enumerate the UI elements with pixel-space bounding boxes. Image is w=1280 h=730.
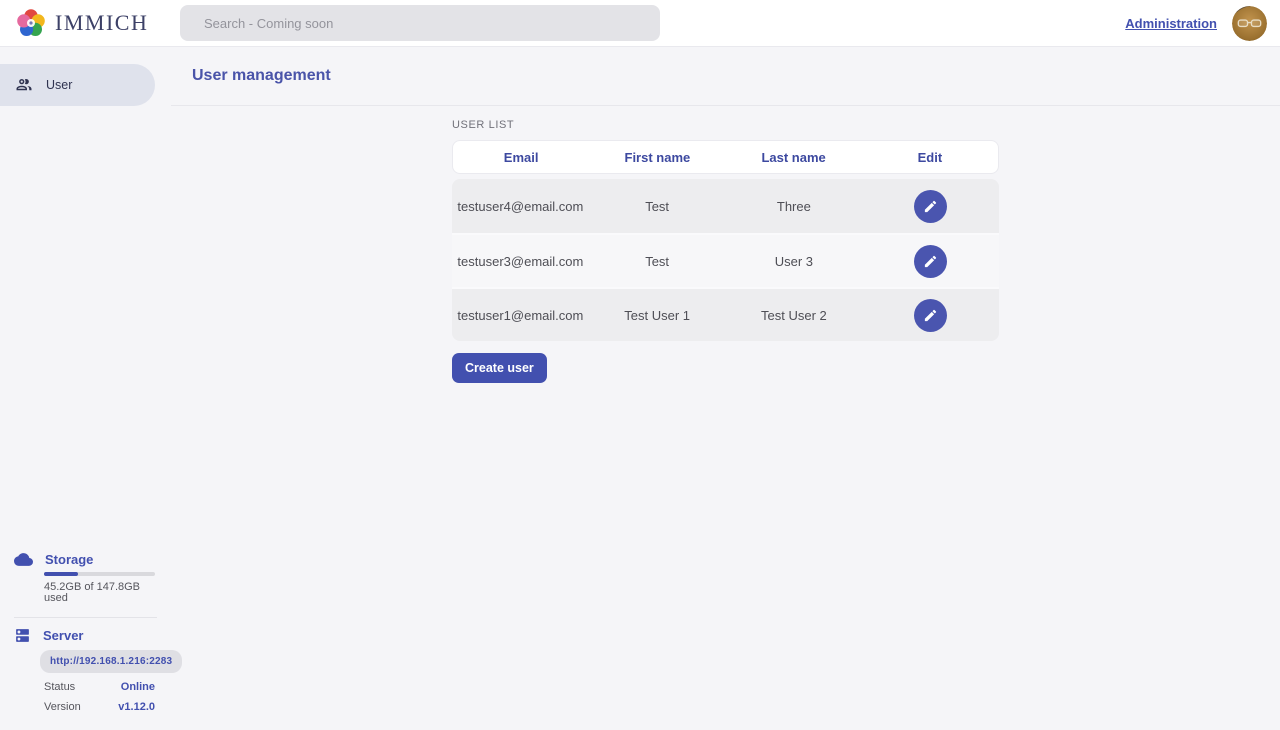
create-user-button[interactable]: Create user [452, 353, 547, 383]
edit-user-button[interactable] [914, 245, 947, 278]
cell-last-name: Three [726, 199, 863, 214]
column-header-email: Email [453, 150, 589, 165]
table-row: testuser4@email.com Test Three [452, 179, 999, 233]
cell-last-name: User 3 [726, 254, 863, 269]
storage-progress-fill [44, 572, 78, 576]
sidebar: User Storage 45.2GB of 147.8GB used [0, 47, 171, 730]
cell-edit [862, 190, 999, 223]
pencil-icon [923, 199, 938, 214]
sidebar-item-user-label: User [46, 78, 72, 92]
cloud-icon [14, 550, 33, 569]
server-block: Server http://192.168.1.216:2283 Status … [0, 627, 171, 713]
immich-flower-logo-icon [16, 8, 46, 38]
administration-link[interactable]: Administration [1125, 16, 1217, 31]
storage-block: Storage 45.2GB of 147.8GB used [0, 551, 171, 604]
table-header-row: Email First name Last name Edit [452, 140, 999, 174]
cell-edit [862, 245, 999, 278]
column-header-first-name: First name [589, 150, 725, 165]
app-title: IMMICH [55, 10, 148, 36]
search-input[interactable] [180, 5, 660, 41]
storage-progress-bar [44, 572, 155, 576]
storage-title: Storage [45, 552, 93, 567]
top-bar: IMMICH Administration [0, 0, 1280, 47]
storage-usage-text: 45.2GB of 147.8GB used [44, 582, 155, 604]
main-content: User management USER LIST Email First na… [171, 47, 1280, 730]
server-header: Server [0, 627, 171, 643]
cell-email: testuser4@email.com [452, 199, 589, 214]
sidebar-bottom: Storage 45.2GB of 147.8GB used Server ht… [0, 551, 171, 730]
table-row: testuser3@email.com Test User 3 [452, 233, 999, 287]
main-header: User management [171, 47, 1280, 106]
pencil-icon [923, 308, 938, 323]
table-body: testuser4@email.com Test Three testuser3… [452, 179, 999, 341]
cell-email: testuser1@email.com [452, 308, 589, 323]
server-icon [14, 627, 31, 644]
version-value: v1.12.0 [118, 702, 155, 713]
column-header-last-name: Last name [726, 150, 862, 165]
page-layout: User Storage 45.2GB of 147.8GB used [0, 47, 1280, 730]
version-label: Version [44, 702, 81, 713]
user-avatar[interactable] [1232, 6, 1267, 41]
server-version-row: Version v1.12.0 [44, 702, 155, 713]
cell-email: testuser3@email.com [452, 254, 589, 269]
status-label: Status [44, 682, 75, 693]
user-group-icon [15, 76, 33, 94]
user-list-section: USER LIST Email First name Last name Edi… [452, 119, 999, 383]
cell-first-name: Test [589, 199, 726, 214]
pencil-icon [923, 254, 938, 269]
table-row: testuser1@email.com Test User 1 Test Use… [452, 287, 999, 341]
section-title: USER LIST [452, 119, 999, 132]
top-bar-right: Administration [1125, 6, 1280, 41]
brand[interactable]: IMMICH [0, 8, 148, 38]
cell-first-name: Test User 1 [589, 308, 726, 323]
server-title: Server [43, 628, 83, 643]
edit-user-button[interactable] [914, 299, 947, 332]
server-status-row: Status Online [44, 682, 155, 693]
server-url-badge: http://192.168.1.216:2283 [40, 650, 182, 673]
status-value: Online [121, 682, 155, 693]
cell-edit [862, 299, 999, 332]
cell-last-name: Test User 2 [726, 308, 863, 323]
page-title: User management [192, 67, 331, 85]
cell-first-name: Test [589, 254, 726, 269]
edit-user-button[interactable] [914, 190, 947, 223]
storage-header: Storage [0, 551, 171, 567]
sidebar-divider [14, 617, 157, 618]
column-header-edit: Edit [862, 150, 998, 165]
sidebar-item-user[interactable]: User [0, 64, 155, 106]
avatar-photo-icon [1232, 6, 1267, 41]
